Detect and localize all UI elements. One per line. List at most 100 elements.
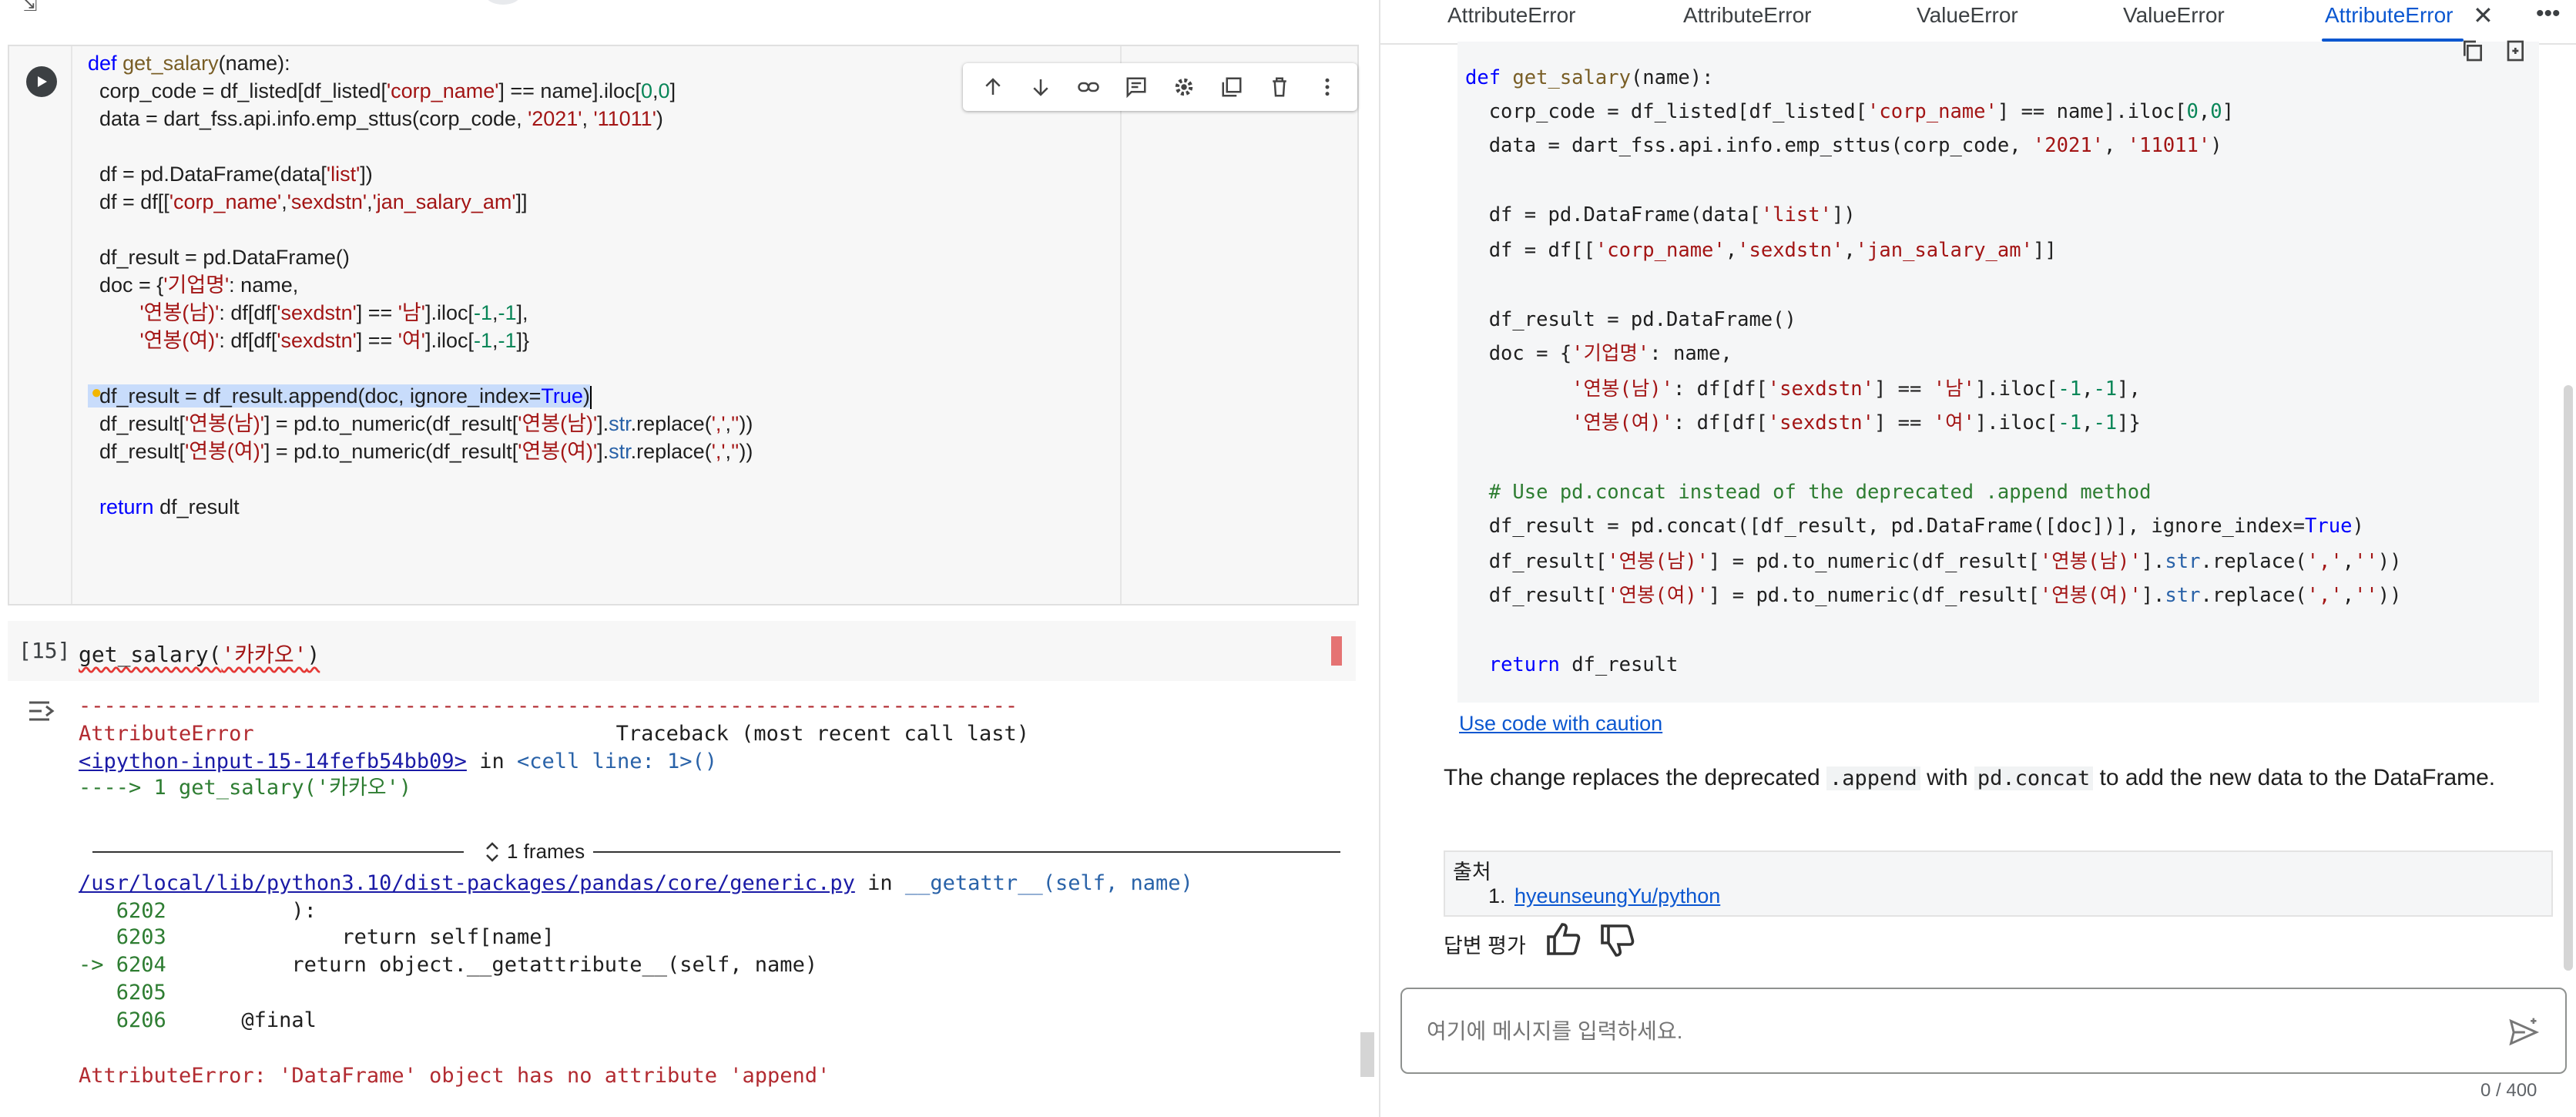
output-toggle-icon[interactable]: ⇲	[23, 0, 49, 15]
in-word-2: in	[867, 871, 893, 895]
run-cell-button[interactable]	[26, 66, 57, 97]
call-arg: '카카오'	[221, 642, 307, 667]
comment-button[interactable]	[1119, 70, 1153, 104]
settings-button[interactable]	[1167, 70, 1201, 104]
output-actions-icon[interactable]	[26, 696, 57, 726]
move-up-button[interactable]	[976, 70, 1010, 104]
notebook-scrollbar[interactable]	[1360, 1032, 1374, 1077]
code-line-2: corp_code = df_listed[df_listed['corp_na…	[88, 79, 676, 102]
delete-cell-button[interactable]	[1263, 70, 1296, 104]
frames-rule-right	[593, 851, 1340, 853]
thumbs-up-icon[interactable]	[1545, 921, 1582, 958]
error-name: AttributeError	[79, 722, 254, 746]
arrow-down-icon	[1033, 79, 1048, 96]
suggest-line-11: '연봉(여)': df[df['sexdstn'] == '여'].iloc[-…	[1571, 411, 2141, 434]
copy-icon[interactable]	[2460, 39, 2485, 63]
line-number: 6206	[79, 1008, 166, 1032]
traceback-code-6204: -> 6204 return object.__getattribute__(s…	[79, 952, 817, 978]
notebook-top-strip: ⇲	[0, 0, 1379, 15]
traceback-input-line: <ipython-input-15-14fefb54bb09> in <cell…	[79, 749, 717, 775]
lightbulb-icon[interactable]: ●	[91, 382, 102, 404]
final-error-message: AttributeError: 'DataFrame' object has n…	[79, 1064, 830, 1088]
gear-icon	[1175, 78, 1193, 96]
code-line-8: df_result = pd.DataFrame()	[88, 246, 350, 269]
more-actions-button[interactable]	[1310, 70, 1344, 104]
code-line-17: return df_result	[99, 495, 240, 518]
tab-attributeerror-1[interactable]: AttributeError	[1447, 0, 1576, 31]
suggest-line-3: data = dart_fss.api.info.emp_sttus(corp_…	[1465, 134, 2222, 157]
call-code[interactable]: get_salary('카카오')	[79, 638, 320, 669]
ipython-input-link[interactable]: <ipython-input-15-14fefb54bb09>	[79, 750, 467, 773]
suggest-concat-line: df_result = pd.concat([df_result, pd.Dat…	[1465, 515, 2364, 538]
inline-code-append: .append	[1826, 766, 1920, 790]
explanation-part: to add the new data to the DataFrame.	[2093, 765, 2496, 790]
close-icon[interactable]: ✕	[2473, 2, 2494, 29]
mirror-cell-button[interactable]	[1215, 70, 1249, 104]
panel-scrollbar[interactable]	[2564, 385, 2573, 971]
suggest-line-8: df_result = pd.DataFrame()	[1465, 308, 1796, 331]
sources-title: 출처	[1453, 860, 1491, 884]
inline-code-concat: pd.concat	[1974, 766, 2094, 790]
suggest-line-9: doc = {'기업명': name,	[1465, 342, 1732, 365]
line-number: -> 6204	[79, 953, 166, 977]
cell-toolbar	[963, 63, 1357, 111]
suggest-line-2: corp_code = df_listed[df_listed['corp_na…	[1465, 100, 2234, 123]
expand-icon	[486, 841, 498, 862]
copy-link-button[interactable]	[1072, 70, 1105, 104]
suggest-line-5: df = pd.DataFrame(data['list'])	[1465, 203, 1856, 226]
call-cell[interactable]: [15] get_salary('카카오')	[8, 621, 1356, 681]
line-code: return self[name]	[166, 925, 555, 949]
traceback-label: Traceback (most recent call last)	[615, 722, 1030, 746]
move-down-button[interactable]	[1024, 70, 1058, 104]
code-line-5: df = pd.DataFrame(data['list'])	[88, 163, 373, 186]
suggest-line-6: df = df[['corp_name','sexdstn','jan_sala…	[1465, 239, 2057, 262]
more-horiz-icon[interactable]: •••	[2536, 0, 2561, 28]
comment-icon	[1126, 77, 1146, 99]
suggest-comment-line: # Use pd.concat instead of the deprecate…	[1465, 481, 2152, 504]
line-code: ):	[166, 899, 317, 923]
code-cell[interactable]: def get_salary(name): corp_code = df_lis…	[8, 45, 1359, 605]
code-line-11: '연봉(여)': df[df['sexdstn'] == '여'].iloc[-…	[139, 329, 530, 352]
code-editor[interactable]: def get_salary(name): corp_code = df_lis…	[71, 46, 1128, 604]
traceback-code-6205: 6205	[79, 980, 166, 1006]
error-marker	[1331, 636, 1342, 666]
call-fn: get_salary(	[79, 642, 222, 667]
use-code-with-caution-link[interactable]: Use code with caution	[1459, 712, 1662, 736]
source-link[interactable]: hyeunseungYu/python	[1514, 884, 1720, 908]
call-close: )	[307, 642, 320, 667]
send-icon[interactable]	[2507, 1015, 2541, 1049]
traceback-code-6206: 6206 @final	[79, 1008, 317, 1034]
tab-attributeerror-2[interactable]: AttributeError	[1683, 0, 1812, 31]
tab-attributeerror-active[interactable]: AttributeError	[2325, 0, 2454, 31]
code-line-6: df = df[['corp_name','sexdstn','jan_sala…	[88, 190, 528, 213]
tab-valueerror-1[interactable]: ValueError	[1917, 0, 2018, 31]
line-code: @final	[166, 1008, 317, 1032]
generic-py-link[interactable]: /usr/local/lib/python3.10/dist-packages/…	[79, 871, 855, 895]
explanation-part: The change replaces the deprecated	[1444, 765, 1827, 790]
more-vert-icon	[1325, 78, 1330, 96]
message-input[interactable]	[1425, 1018, 2468, 1045]
frames-rule-left	[92, 851, 464, 853]
message-box[interactable]	[1400, 988, 2567, 1074]
thumbs-down-icon[interactable]	[1599, 921, 1636, 958]
error-tabs: AttributeError AttributeError ValueError…	[1380, 0, 2576, 45]
line-number: 6203	[79, 925, 166, 949]
getattr-func: __getattr__(self, name)	[904, 871, 1193, 895]
code-line-15: df_result['연봉(여)'] = pd.to_numeric(df_re…	[88, 440, 753, 463]
arrow-up-icon	[985, 78, 1001, 95]
play-icon	[38, 76, 47, 87]
rate-response-label: 답변 평가	[1444, 934, 1526, 958]
code-block-actions	[2460, 39, 2527, 63]
suggest-return-line: return df_result	[1488, 653, 1679, 676]
notebook-pane: ⇲ def get_salary(name): corp_code = df_l…	[0, 0, 1379, 1117]
suggest-line-1: def get_salary(name):	[1465, 66, 1714, 89]
suggest-line-10: '연봉(남)': df[df['sexdstn'] == '남'].iloc[-…	[1571, 377, 2141, 401]
code-line-1: def get_salary(name):	[88, 52, 290, 75]
insert-cell-icon[interactable]	[2502, 39, 2527, 63]
frames-collapser[interactable]: 1 frames	[92, 840, 1340, 863]
frames-label[interactable]: 1 frames	[484, 840, 585, 864]
line-number: 6205	[79, 981, 166, 1005]
traceback-file-line: /usr/local/lib/python3.10/dist-packages/…	[79, 870, 1193, 897]
execution-count: [15]	[18, 638, 71, 663]
tab-valueerror-2[interactable]: ValueError	[2123, 0, 2225, 31]
